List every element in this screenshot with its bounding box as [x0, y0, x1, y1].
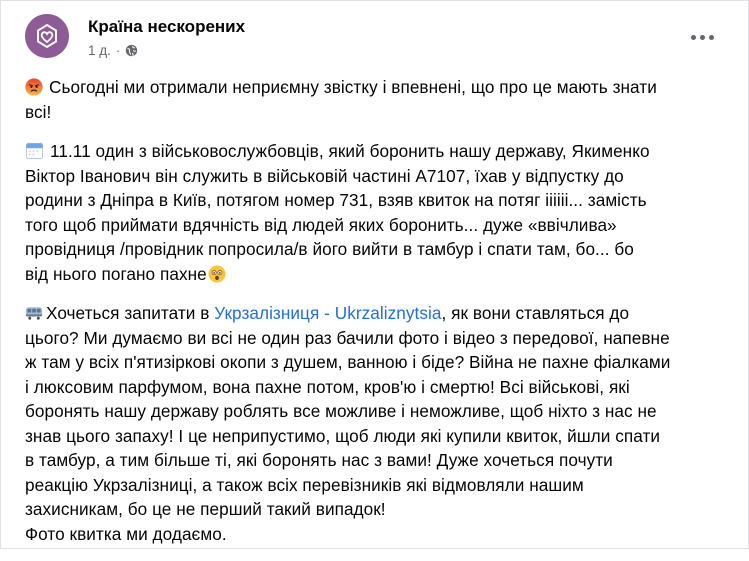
- paragraph-3: Хочеться запитати в Укрзалізниця - Ukrza…: [25, 301, 731, 546]
- paragraph-3-line-9: захисникам, бо це не перший такий випадо…: [25, 499, 386, 519]
- angry-face-icon: [25, 78, 43, 96]
- more-dot: [690, 34, 696, 40]
- paragraph-3-line-5: боронять нашу державу роблять все можлив…: [25, 401, 657, 421]
- paragraph-3-line-7: в тамбур, а тим більше ті, які боронять …: [25, 450, 613, 470]
- page-avatar[interactable]: [25, 14, 69, 58]
- text-line: 11.11 один з військовослужбовців, який б…: [25, 139, 731, 164]
- paragraph-2: 11.11 один з військовослужбовців, який б…: [25, 139, 731, 286]
- paragraph-3-suffix: , як вони ставляться до: [441, 303, 630, 323]
- globe-icon: [126, 44, 138, 57]
- post-text: Сьогодні ми отримали неприємну звістку і…: [25, 75, 731, 561]
- paragraph-3-line-4: і люксовим парфумом, вона пахне потом, к…: [25, 376, 630, 397]
- train-icon: [25, 307, 43, 320]
- calendar-icon: [25, 142, 44, 160]
- text-line: Хочеться запитати в Укрзалізниця - Ukrza…: [25, 301, 731, 326]
- post-time[interactable]: 1 д.: [88, 43, 111, 58]
- paragraph-3-line-2: цього? Ми думаємо ви всі не один раз бач…: [25, 327, 670, 348]
- paragraph-2-line-3: родини з Дніпра в Київ, потягом номер 73…: [25, 190, 647, 210]
- paragraph-1: Сьогодні ми отримали неприємну звістку і…: [25, 75, 731, 124]
- page-name[interactable]: Країна нескорених: [88, 17, 245, 37]
- paragraph-3-line-8: реакцію Укрзалізниці, а також всіх перев…: [25, 474, 584, 495]
- more-options-button[interactable]: [687, 27, 717, 47]
- paragraph-1-line-1: Сьогодні ми отримали неприємну звістку і…: [49, 77, 657, 97]
- text-line: Сьогодні ми отримали неприємну звістку і…: [25, 75, 731, 100]
- astonished-face-icon: [208, 264, 226, 283]
- paragraph-2-line-6: від нього погано пахне: [25, 263, 207, 284]
- post-card: Країна нескорених 1 д. · Сьогодні ми отр…: [0, 0, 749, 549]
- paragraph-3-prefix: Хочеться запитати в: [46, 303, 215, 323]
- post-meta: 1 д. ·: [88, 43, 138, 58]
- paragraph-1-line-2: всі!: [25, 101, 52, 122]
- ukrzaliznytsia-link[interactable]: Укрзалізниця - Ukrzaliznytsia: [214, 303, 441, 323]
- text-line: від нього погано пахне: [25, 262, 731, 287]
- paragraph-2-line-4: того щоб приймати вдячність від людей як…: [25, 214, 617, 235]
- paragraph-2-line-1: 11.11 один з військовослужбовців, який б…: [50, 141, 650, 161]
- paragraph-2-line-2: Віктор Іванович він служить в військовій…: [25, 165, 624, 186]
- page-logo-icon: [25, 14, 69, 58]
- more-dot: [699, 34, 705, 40]
- paragraph-3-line-6: знав цього запаху! І це неприпустимо, що…: [25, 425, 661, 446]
- paragraph-3-line-3: ж там у всіх п'ятизіркові окопи з душем,…: [25, 352, 671, 372]
- paragraph-3-line-10: Фото квитка ми додаємо.: [25, 523, 227, 544]
- paragraph-2-line-5: провідниця /провідник попросила/в його в…: [25, 239, 634, 259]
- separator-dot: ·: [115, 43, 121, 58]
- more-dot: [708, 34, 714, 40]
